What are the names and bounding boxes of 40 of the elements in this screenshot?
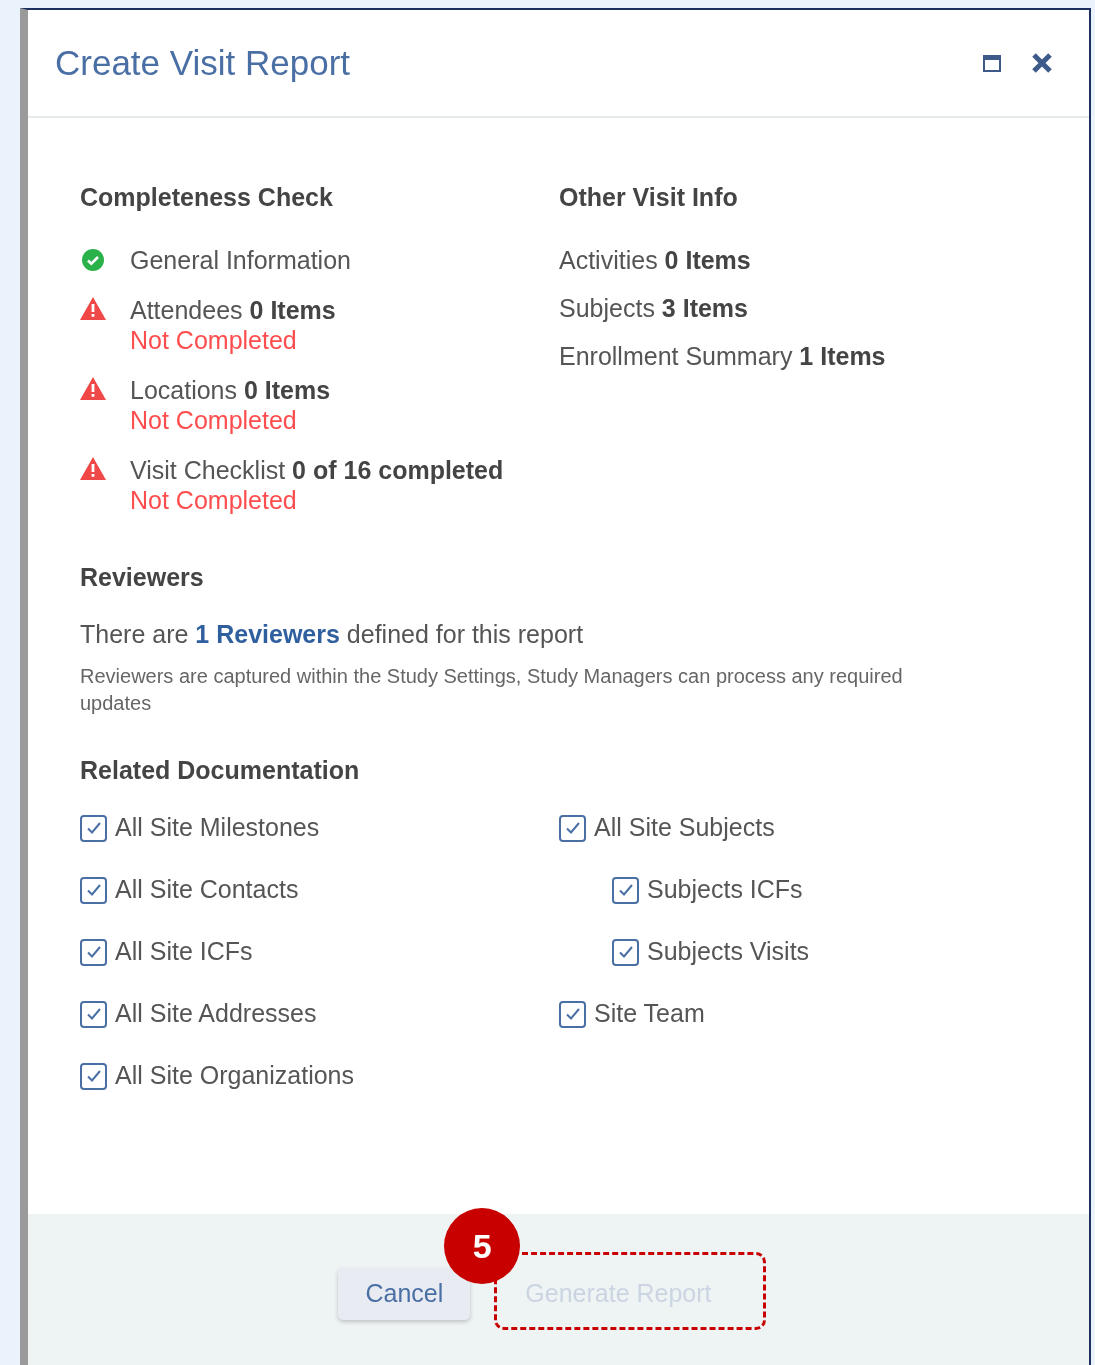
checkbox[interactable] <box>80 938 107 966</box>
checkbox-label: All Site Contacts <box>115 874 299 906</box>
checkbox[interactable] <box>80 876 107 904</box>
checkbox[interactable] <box>559 814 586 842</box>
checkbox-label: Subjects Visits <box>647 936 810 968</box>
checkbox-label: All Site Addresses <box>115 998 317 1030</box>
check-item-text: Attendees 0 Items <box>130 295 336 325</box>
checkbox-label: All Site ICFs <box>115 936 253 968</box>
checkbox-label: Subjects ICFs <box>647 874 803 906</box>
close-icon[interactable] <box>1031 52 1053 74</box>
status-text: Not Completed <box>130 325 298 355</box>
status-text: Not Completed <box>130 405 298 435</box>
status-text: Not Completed <box>130 485 298 515</box>
checkbox[interactable] <box>559 1000 586 1028</box>
check-item-text: General Information <box>130 245 351 275</box>
step-badge: 5 <box>444 1208 521 1284</box>
reviewers-link[interactable]: 1 Reviewers <box>195 620 340 648</box>
checkbox-label: Site Team <box>594 998 705 1030</box>
checkbox[interactable] <box>80 1000 107 1028</box>
checkbox[interactable] <box>612 876 639 904</box>
section-heading: Related Documentation <box>80 755 361 785</box>
maximize-icon[interactable] <box>983 54 1001 72</box>
section-heading: Completeness Check <box>80 182 334 212</box>
checkbox-label: All Site Subjects <box>594 812 775 844</box>
info-text: Subjects 3 Items <box>559 293 749 323</box>
window-title: Create Visit Report <box>55 41 351 84</box>
check-item-text: Visit Checklist 0 of 16 completed <box>130 455 504 485</box>
checkbox[interactable] <box>80 814 107 842</box>
dialog-button[interactable]: Cancel <box>338 1268 471 1320</box>
reviewers-note: Reviewers are captured within the Study Settings, Study Managers can process any required updates <box>80 664 904 716</box>
checkbox-label: All Site Organizations <box>115 1060 354 1092</box>
checkbox-label: All Site Milestones <box>115 812 320 844</box>
check-item-text: Locations 0 Items <box>130 375 331 405</box>
section-heading: Other Visit Info <box>559 182 739 212</box>
info-text: Enrollment Summary 1 Items <box>559 341 887 371</box>
info-text: Activities 0 Items <box>559 245 752 275</box>
reviewers-text: There are 1 Reviewers defined for this report <box>80 619 585 649</box>
checkbox[interactable] <box>612 938 639 966</box>
checkbox[interactable] <box>80 1062 107 1090</box>
section-heading: Reviewers <box>80 562 205 592</box>
